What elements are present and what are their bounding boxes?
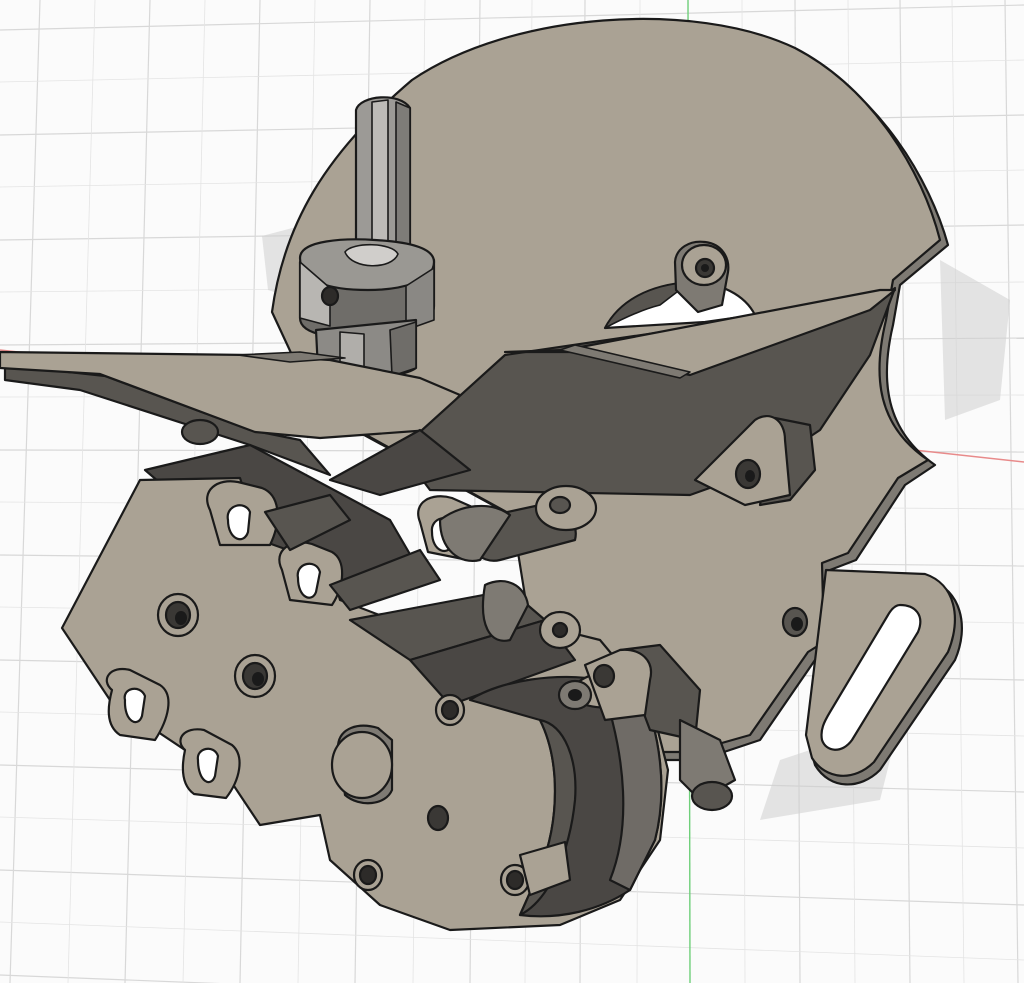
viewport-canvas[interactable] [0,0,1024,983]
cad-3d-viewport[interactable] [0,0,1024,983]
bracket-loop[interactable] [804,568,963,786]
disc-mount-hole [781,606,809,638]
